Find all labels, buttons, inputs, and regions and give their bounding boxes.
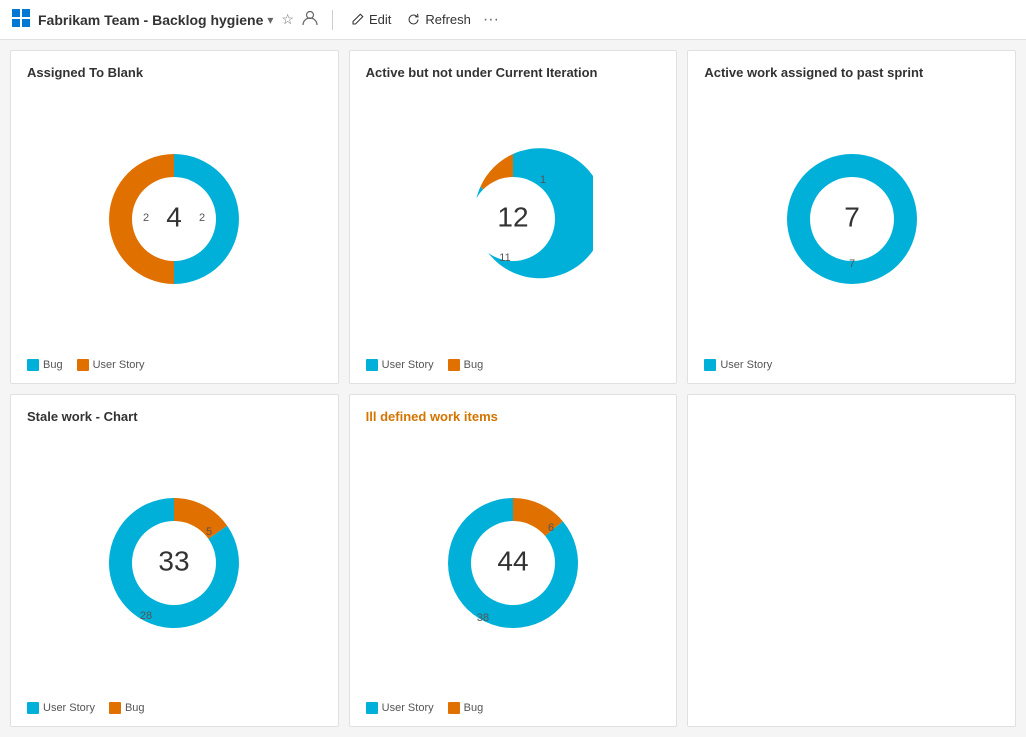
chart-area: 12 11 1 bbox=[366, 92, 661, 347]
legend-item-user-story: User Story bbox=[704, 359, 772, 371]
legend-color-user-story bbox=[366, 359, 378, 371]
legend-item-bug: Bug bbox=[109, 702, 145, 714]
empty-cell bbox=[687, 394, 1016, 728]
app-logo bbox=[12, 9, 30, 30]
svg-text:38: 38 bbox=[477, 612, 489, 624]
legend-color-bug bbox=[27, 359, 39, 371]
svg-text:7: 7 bbox=[849, 258, 855, 270]
svg-text:28: 28 bbox=[140, 610, 152, 622]
legend-color-bug bbox=[448, 359, 460, 371]
chart-area: 4 2 2 bbox=[27, 92, 322, 347]
svg-text:1: 1 bbox=[540, 174, 546, 186]
page-title: Fabrikam Team - Backlog hygiene bbox=[38, 12, 263, 28]
legend-color-user-story bbox=[704, 359, 716, 371]
legend: User Story bbox=[704, 359, 772, 371]
svg-text:2: 2 bbox=[143, 212, 149, 224]
refresh-icon bbox=[407, 13, 420, 26]
star-icon[interactable]: ☆ bbox=[281, 11, 294, 28]
refresh-button[interactable]: Refresh bbox=[399, 8, 479, 31]
legend-color-bug bbox=[109, 702, 121, 714]
widget-title: Assigned To Blank bbox=[27, 65, 143, 80]
legend-color-bug bbox=[448, 702, 460, 714]
widget-title: Active work assigned to past sprint bbox=[704, 65, 923, 80]
widget-active-past-sprint: Active work assigned to past sprint 7 7 … bbox=[687, 50, 1016, 384]
legend: User Story Bug bbox=[27, 702, 145, 714]
dashboard: Assigned To Blank 4 2 2 Bug bbox=[0, 40, 1026, 737]
legend: User Story Bug bbox=[366, 702, 484, 714]
legend-item-bug: Bug bbox=[448, 702, 484, 714]
svg-text:44: 44 bbox=[497, 545, 528, 576]
chart-area: 33 28 5 bbox=[27, 436, 322, 691]
svg-text:5: 5 bbox=[206, 526, 212, 538]
widget-title: Stale work - Chart bbox=[27, 409, 138, 424]
legend-color-user-story bbox=[77, 359, 89, 371]
legend-item-bug: Bug bbox=[27, 359, 63, 371]
chart-area: 44 38 6 bbox=[366, 436, 661, 691]
legend-item-bug: Bug bbox=[448, 359, 484, 371]
svg-text:12: 12 bbox=[497, 202, 528, 233]
edit-button[interactable]: Edit bbox=[343, 8, 399, 31]
legend-item-user-story: User Story bbox=[366, 702, 434, 714]
svg-text:33: 33 bbox=[159, 545, 190, 576]
legend-color-user-story bbox=[366, 702, 378, 714]
svg-text:2: 2 bbox=[199, 212, 205, 224]
svg-text:6: 6 bbox=[548, 522, 554, 534]
chevron-down-icon[interactable]: ▾ bbox=[267, 13, 273, 27]
widget-title: Active but not under Current Iteration bbox=[366, 65, 598, 80]
widget-stale-work: Stale work - Chart 33 28 5 bbox=[10, 394, 339, 728]
svg-text:4: 4 bbox=[167, 202, 183, 233]
svg-text:7: 7 bbox=[844, 202, 860, 233]
svg-text:11: 11 bbox=[499, 252, 510, 264]
person-icon[interactable] bbox=[302, 10, 318, 29]
legend: User Story Bug bbox=[366, 359, 484, 371]
edit-icon bbox=[351, 13, 364, 26]
separator bbox=[332, 10, 333, 30]
widget-title: Ill defined work items bbox=[366, 409, 498, 424]
widget-active-not-current: Active but not under Current Iteration 1… bbox=[349, 50, 678, 384]
legend-color-user-story bbox=[27, 702, 39, 714]
more-options-icon[interactable]: ··· bbox=[483, 11, 499, 29]
widget-assigned-to-blank: Assigned To Blank 4 2 2 Bug bbox=[10, 50, 339, 384]
legend-item-user-story: User Story bbox=[27, 702, 95, 714]
legend: Bug User Story bbox=[27, 359, 145, 371]
legend-item-user-story: User Story bbox=[77, 359, 145, 371]
widget-ill-defined: Ill defined work items 44 38 6 Us bbox=[349, 394, 678, 728]
topbar: Fabrikam Team - Backlog hygiene ▾ ☆ Edit… bbox=[0, 0, 1026, 40]
chart-area: 7 7 bbox=[704, 92, 999, 347]
legend-item-user-story: User Story bbox=[366, 359, 434, 371]
